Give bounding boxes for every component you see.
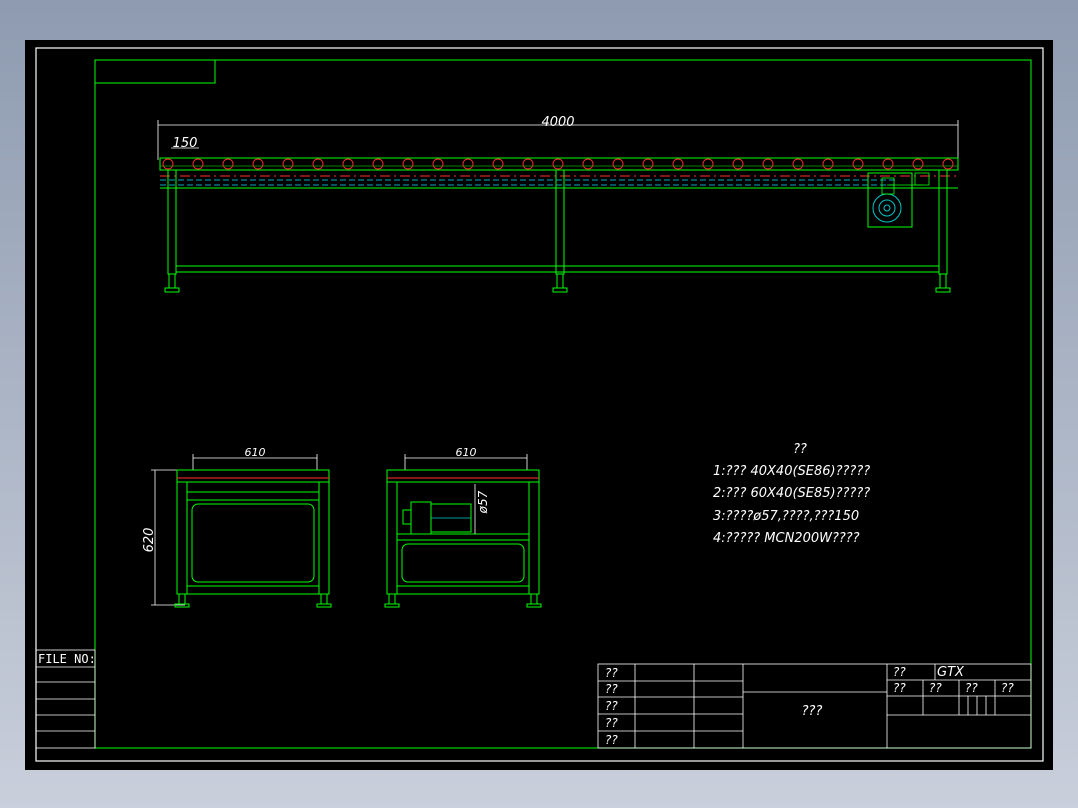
corner-box [94, 59, 216, 84]
roller [852, 158, 864, 170]
dim-overall-length: 4000 [541, 115, 574, 130]
dim-width-right: 610 [456, 446, 477, 459]
drawing-sheet: 4000 150 610 620 610 ø57 ?? 1:??? 40X40(… [25, 40, 1053, 770]
roller [732, 158, 744, 170]
dim-roller-pitch: 150 [173, 136, 198, 151]
motor-end-view [402, 501, 472, 535]
roller [762, 158, 774, 170]
scale-label-3: ?? [965, 681, 978, 695]
roller [942, 158, 954, 170]
note-line-3: 3:????ø57,????,???150 [713, 509, 859, 524]
side-view: 4000 150 [157, 115, 959, 293]
file-no-label: FILE NO: [38, 652, 96, 666]
title-row-label-1: ?? [605, 666, 618, 680]
roller-group [162, 158, 954, 170]
dim-height: 620 [142, 528, 157, 553]
note-line-1: 1:??? 40X40(SE86)????? [713, 464, 870, 479]
outer-border [35, 47, 1044, 762]
roller [252, 158, 264, 170]
foot-right [935, 273, 951, 293]
scale-label-2: ?? [929, 681, 942, 695]
foot-middle [552, 273, 568, 293]
material-label: ?? [893, 665, 906, 679]
note-line-4: 4:????? MCN200W???? [713, 531, 860, 546]
roller [462, 158, 474, 170]
roller [582, 158, 594, 170]
scale-label-4: ?? [1001, 681, 1014, 695]
roller [702, 158, 714, 170]
title-row-label-3: ?? [605, 699, 618, 713]
roller [372, 158, 384, 170]
leg-left [167, 169, 177, 275]
roller [912, 158, 924, 170]
roller [792, 158, 804, 170]
roller [282, 158, 294, 170]
roller [402, 158, 414, 170]
roller [162, 158, 174, 170]
dim-roller-diameter: ø57 [476, 490, 490, 514]
leg-right [938, 169, 948, 275]
technical-notes: ?? 1:??? 40X40(SE86)????? 2:??? 60X40(SE… [713, 442, 870, 546]
title-row-label-2: ?? [605, 682, 618, 696]
note-line-2: 2:??? 60X40(SE85)????? [713, 486, 870, 501]
end-view-left: 610 620 [142, 446, 332, 608]
cad-drawing-canvas: 4000 150 610 620 610 ø57 ?? 1:??? 40X40(… [35, 47, 1044, 762]
leg-middle [555, 169, 565, 275]
drawing-name: ??? [802, 704, 823, 719]
scale-label-1: ?? [893, 681, 906, 695]
drive-motor [867, 172, 930, 228]
end-view-right: 610 ø57 [384, 446, 542, 608]
title-row-label-5: ?? [605, 733, 618, 747]
roller [882, 158, 894, 170]
roller [192, 158, 204, 170]
notes-heading: ?? [793, 442, 807, 457]
roller [222, 158, 234, 170]
roller [312, 158, 324, 170]
roller [642, 158, 654, 170]
foot-left [164, 273, 180, 293]
lower-rail [175, 265, 940, 273]
roller [492, 158, 504, 170]
roller [432, 158, 444, 170]
material-value: GTX [937, 665, 965, 680]
roller [552, 158, 564, 170]
roller [342, 158, 354, 170]
roller [612, 158, 624, 170]
title-row-label-4: ?? [605, 716, 618, 730]
dim-width-left: 610 [245, 446, 266, 459]
roller [822, 158, 834, 170]
top-rail [159, 157, 959, 171]
roller [672, 158, 684, 170]
roller [522, 158, 534, 170]
